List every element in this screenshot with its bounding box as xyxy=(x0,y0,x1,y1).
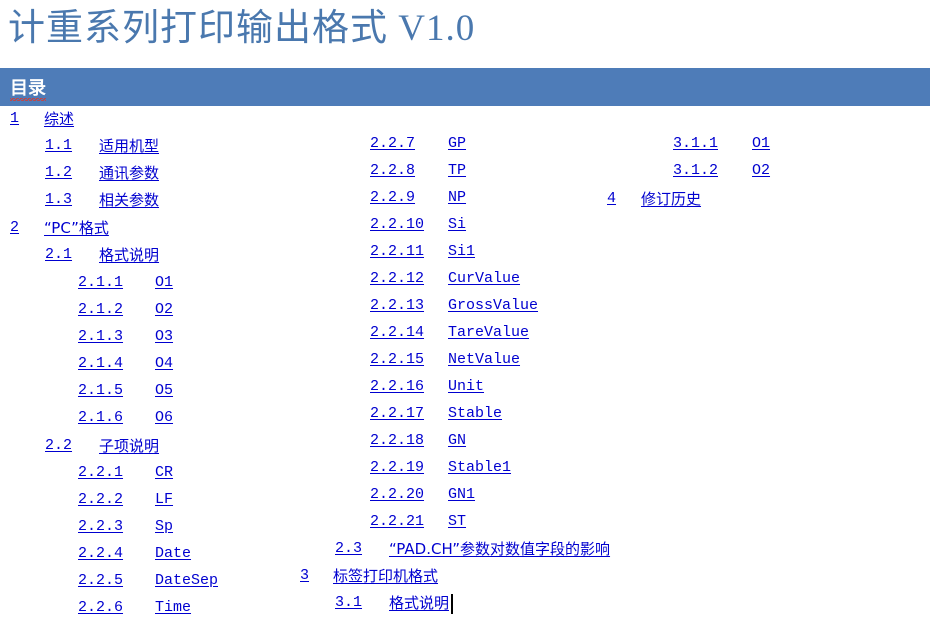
toc-entry-link[interactable]: 格式说明 xyxy=(389,594,449,612)
document-title: 计重系列打印输出格式 V1.0 xyxy=(8,8,476,49)
toc-entry-number[interactable]: 2.2.15 xyxy=(370,351,424,369)
toc-entry-number[interactable]: 1.1 xyxy=(45,137,72,155)
toc-entry-number[interactable]: 2 xyxy=(10,219,19,237)
toc-entry-link[interactable]: GN1 xyxy=(448,486,475,504)
toc-entry-number[interactable]: 2.2.2 xyxy=(78,491,123,509)
toc-entry-link[interactable]: O1 xyxy=(155,274,173,292)
toc-entry-number[interactable]: 2.2.9 xyxy=(370,189,415,207)
toc-entry-number[interactable]: 2.2.5 xyxy=(78,572,123,590)
toc-entry-link[interactable]: O5 xyxy=(155,382,173,400)
toc-entry-number[interactable]: 2.1.1 xyxy=(78,274,123,292)
toc-entry-number[interactable]: 2.2.13 xyxy=(370,297,424,315)
toc-entry-number[interactable]: 3.1 xyxy=(335,594,362,612)
toc-entry-link[interactable]: O2 xyxy=(155,301,173,319)
toc-entry-link[interactable]: 标签打印机格式 xyxy=(333,567,438,585)
toc-entry-number[interactable]: 2.1.4 xyxy=(78,355,123,373)
toc-entry-number[interactable]: 2.2.7 xyxy=(370,135,415,153)
toc-entry-link[interactable]: GP xyxy=(448,135,466,153)
toc-entry-link[interactable]: Unit xyxy=(448,378,484,396)
toc-entry-link[interactable]: ST xyxy=(448,513,466,531)
toc-entry-number[interactable]: 2.1.5 xyxy=(78,382,123,400)
word-document-page: { "document": { "title": "计重系列打印输出格式 V1.… xyxy=(0,0,930,616)
toc-entry-number[interactable]: 2.3 xyxy=(335,540,362,558)
toc-entry-link[interactable]: 相关参数 xyxy=(99,191,159,209)
toc-entry-number[interactable]: 2.2.4 xyxy=(78,545,123,563)
toc-entry-link[interactable]: GrossValue xyxy=(448,297,538,315)
toc-entry-link[interactable]: TP xyxy=(448,162,466,180)
toc-entry-link[interactable]: 适用机型 xyxy=(99,137,159,155)
toc-entry-link[interactable]: Stable xyxy=(448,405,502,423)
toc-entry-number[interactable]: 2.2.20 xyxy=(370,486,424,504)
toc-entry-link[interactable]: “PC”格式 xyxy=(44,219,109,237)
toc-entry-number[interactable]: 2.1.3 xyxy=(78,328,123,346)
toc-entry-link[interactable]: O6 xyxy=(155,409,173,427)
toc-entry-number[interactable]: 3.1.1 xyxy=(673,135,718,153)
toc-entry-link[interactable]: 通讯参数 xyxy=(99,164,159,182)
toc-entry-number[interactable]: 2.2.3 xyxy=(78,518,123,536)
toc-entry-link[interactable]: CurValue xyxy=(448,270,520,288)
toc-entry-link[interactable]: “PAD.CH”参数对数值字段的影响 xyxy=(389,540,610,558)
toc-entry-link[interactable]: Date xyxy=(155,545,191,563)
toc-entry-link[interactable]: NetValue xyxy=(448,351,520,369)
toc-entry-link[interactable]: Si1 xyxy=(448,243,475,261)
toc-entry-number[interactable]: 2.2.11 xyxy=(370,243,424,261)
toc-entry-number[interactable]: 2.2.10 xyxy=(370,216,424,234)
toc-entry-link[interactable]: Si xyxy=(448,216,466,234)
toc-entry-number[interactable]: 2.2.19 xyxy=(370,459,424,477)
toc-entry-link[interactable]: 子项说明 xyxy=(99,437,159,455)
toc-entry-number[interactable]: 2.2.12 xyxy=(370,270,424,288)
toc-entry-link[interactable]: GN xyxy=(448,432,466,450)
toc-entry-number[interactable]: 1.2 xyxy=(45,164,72,182)
toc-entry-link[interactable]: O2 xyxy=(752,162,770,180)
toc-entry-list: 1 综述 1.1 适用机型 1.2 通讯参数 1.3 相关参数 2 “PC”格式 2.1 格式说明 2.… xyxy=(0,106,930,616)
toc-entry-number[interactable]: 2.1.6 xyxy=(78,409,123,427)
text-cursor-caret xyxy=(451,594,453,614)
toc-entry-number[interactable]: 2.2.21 xyxy=(370,513,424,531)
toc-entry-link[interactable]: TareValue xyxy=(448,324,529,342)
toc-entry-number[interactable]: 2.2.8 xyxy=(370,162,415,180)
toc-entry-number[interactable]: 2.2.14 xyxy=(370,324,424,342)
toc-entry-number[interactable]: 2.2 xyxy=(45,437,72,455)
toc-entry-link[interactable]: O4 xyxy=(155,355,173,373)
toc-entry-number[interactable]: 2.1 xyxy=(45,246,72,264)
toc-entry-number[interactable]: 2.2.17 xyxy=(370,405,424,423)
toc-banner: 目录 xyxy=(0,68,930,106)
toc-entry-number[interactable]: 2.1.2 xyxy=(78,301,123,319)
toc-entry-link[interactable]: O3 xyxy=(155,328,173,346)
toc-entry-link[interactable]: 修订历史 xyxy=(641,190,701,208)
toc-entry-number[interactable]: 2.2.18 xyxy=(370,432,424,450)
toc-entry-link[interactable]: Time xyxy=(155,599,191,617)
toc-entry-number[interactable]: 3.1.2 xyxy=(673,162,718,180)
toc-entry-link[interactable]: 综述 xyxy=(44,110,74,128)
toc-entry-number[interactable]: 4 xyxy=(607,190,616,208)
toc-entry-number[interactable]: 3 xyxy=(300,567,309,585)
toc-entry-link[interactable]: NP xyxy=(448,189,466,207)
toc-entry-number[interactable]: 2.2.6 xyxy=(78,599,123,617)
toc-entry-link[interactable]: CR xyxy=(155,464,173,482)
toc-entry-link[interactable]: Sp xyxy=(155,518,173,536)
toc-entry-link[interactable]: 格式说明 xyxy=(99,246,159,264)
toc-entry-link[interactable]: Stable1 xyxy=(448,459,511,477)
toc-entry-number[interactable]: 2.2.16 xyxy=(370,378,424,396)
toc-entry-number[interactable]: 2.2.1 xyxy=(78,464,123,482)
toc-entry-number[interactable]: 1.3 xyxy=(45,191,72,209)
toc-entry-link[interactable]: LF xyxy=(155,491,173,509)
toc-entry-link[interactable]: O1 xyxy=(752,135,770,153)
toc-heading-label: 目录 xyxy=(10,74,46,104)
toc-entry-number[interactable]: 1 xyxy=(10,110,19,128)
toc-entry-link[interactable]: DateSep xyxy=(155,572,218,590)
